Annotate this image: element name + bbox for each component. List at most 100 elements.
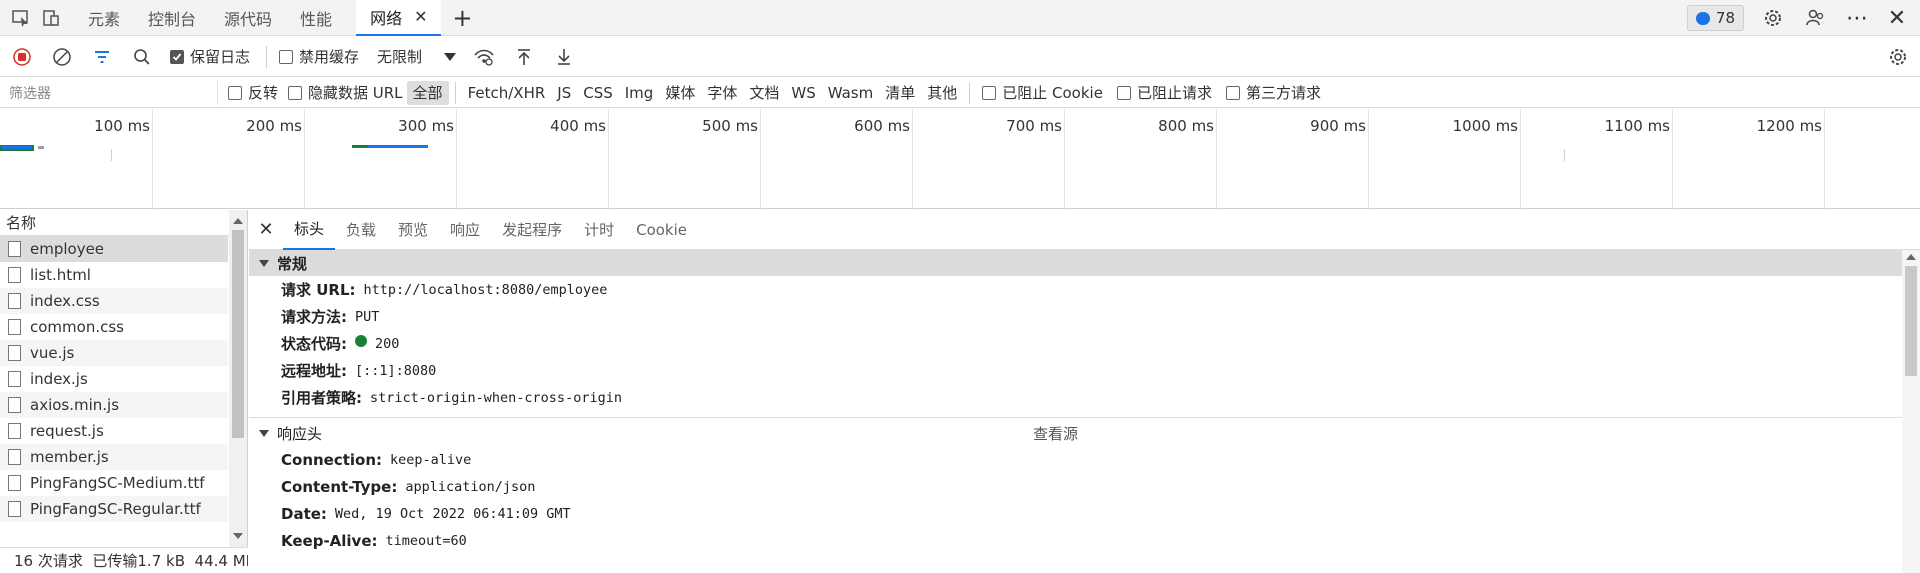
filter-type-fetch-xhr[interactable]: Fetch/XHR <box>462 81 552 105</box>
filter-input[interactable]: 筛选器 <box>4 80 218 105</box>
add-tab-icon[interactable]: + <box>447 3 477 33</box>
filter-type-all[interactable]: 全部 <box>406 80 449 105</box>
filter-type-font[interactable]: 字体 <box>701 81 743 105</box>
tab-elements[interactable]: 元素 <box>74 0 134 36</box>
topbar-right: 78 ⋯ ✕ <box>1686 0 1920 36</box>
preserve-log-checkbox[interactable]: 保留日志 <box>170 46 250 67</box>
section-divider <box>249 417 1902 418</box>
tab-label: 发起程序 <box>502 221 563 239</box>
network-conditions-icon[interactable] <box>464 37 504 77</box>
checkbox-icon <box>982 85 997 100</box>
request-row[interactable]: index.js <box>0 366 228 392</box>
scroll-thumb[interactable] <box>1905 266 1917 376</box>
response-header: Connection: keep-alive <box>249 446 1902 473</box>
timeline-label: 700 ms <box>1006 117 1062 135</box>
gear-icon[interactable] <box>1758 3 1788 33</box>
filter-type-manifest[interactable]: 清单 <box>879 81 921 105</box>
request-row[interactable]: index.css <box>0 288 228 314</box>
filter-type-media[interactable]: 媒体 <box>659 81 701 105</box>
filter-type-img[interactable]: Img <box>619 81 660 105</box>
timeline-label: 600 ms <box>854 117 910 135</box>
general-request-method: 请求方法: PUT <box>249 303 1902 330</box>
tab-preview[interactable]: 预览 <box>387 210 439 250</box>
throttle-select[interactable]: 无限制 <box>369 42 464 72</box>
request-name: PingFangSC-Medium.ttf <box>30 474 205 492</box>
scroll-up-icon[interactable] <box>1906 254 1916 260</box>
request-row[interactable]: employee <box>0 236 228 262</box>
invert-checkbox[interactable]: 反转 <box>228 82 278 103</box>
filter-type-other[interactable]: 其他 <box>921 81 963 105</box>
request-row[interactable]: axios.min.js <box>0 392 228 418</box>
third-party-checkbox[interactable]: 第三方请求 <box>1225 82 1321 103</box>
tab-console[interactable]: 控制台 <box>134 0 210 36</box>
close-devtools-icon[interactable]: ✕ <box>1882 3 1912 33</box>
request-row[interactable]: PingFangSC-Regular.ttf <box>0 496 228 522</box>
header-key: Connection: <box>281 450 383 469</box>
name-column-header[interactable]: 名称 <box>0 210 247 236</box>
record-stop-icon[interactable] <box>2 37 42 77</box>
tab-label: 计时 <box>584 221 615 239</box>
request-name: member.js <box>30 448 109 466</box>
search-icon[interactable] <box>122 37 162 77</box>
clear-icon[interactable] <box>42 37 82 77</box>
network-settings-gear-icon[interactable] <box>1878 37 1918 77</box>
general-section-header[interactable]: 常规 <box>249 250 1902 276</box>
filter-type-wasm[interactable]: Wasm <box>822 81 880 105</box>
grid-line <box>1520 109 1521 209</box>
disable-cache-checkbox[interactable]: 禁用缓存 <box>279 46 359 67</box>
timeline-label: 1100 ms <box>1604 117 1670 135</box>
header-key: 请求方法: <box>281 308 347 326</box>
blocked-cookies-checkbox[interactable]: 已阻止 Cookie <box>982 82 1103 103</box>
close-icon[interactable]: ✕ <box>249 219 283 240</box>
request-row[interactable]: request.js <box>0 418 228 444</box>
request-row[interactable]: member.js <box>0 444 228 470</box>
tab-performance[interactable]: 性能 <box>286 0 346 36</box>
request-row[interactable]: vue.js <box>0 340 228 366</box>
detail-tabs: ✕ 标头 负载 预览 响应 发起程序 计时 Cookie <box>249 210 1920 250</box>
tab-headers[interactable]: 标头 <box>283 210 336 250</box>
tab-sources[interactable]: 源代码 <box>210 0 286 36</box>
detail-scrollbar[interactable] <box>1902 250 1920 573</box>
close-tab-icon[interactable]: ✕ <box>414 7 427 26</box>
import-har-icon[interactable] <box>504 37 544 77</box>
filter-type-ws[interactable]: WS <box>785 81 821 105</box>
filter-type-css[interactable]: CSS <box>577 81 619 105</box>
more-icon[interactable]: ⋯ <box>1842 3 1872 33</box>
device-toolbar-icon[interactable] <box>36 3 66 33</box>
tab-label: 响应 <box>450 221 481 239</box>
inspect-element-icon[interactable] <box>6 3 36 33</box>
tab-timing[interactable]: 计时 <box>573 210 625 250</box>
filter-icon[interactable] <box>82 37 122 77</box>
response-headers-section-header[interactable]: 响应头 查看源 <box>249 420 1902 446</box>
tab-initiator[interactable]: 发起程序 <box>491 210 573 250</box>
disable-cache-label: 禁用缓存 <box>299 48 360 66</box>
tab-response[interactable]: 响应 <box>439 210 491 250</box>
users-icon[interactable] <box>1800 3 1830 33</box>
timeline-label: 300 ms <box>398 117 454 135</box>
tab-payload[interactable]: 负载 <box>335 210 387 250</box>
filter-type-js[interactable]: JS <box>551 81 577 105</box>
export-har-icon[interactable] <box>544 37 584 77</box>
filter-type-doc[interactable]: 文档 <box>743 81 785 105</box>
grid-line <box>608 109 609 209</box>
timeline-overview[interactable]: 100 ms 200 ms 300 ms 400 ms 500 ms 600 m… <box>0 109 1920 209</box>
issues-badge[interactable]: 78 <box>1686 5 1744 31</box>
tab-cookies[interactable]: Cookie <box>625 210 698 250</box>
scroll-up-icon[interactable] <box>233 218 243 224</box>
view-source-link[interactable]: 查看源 <box>1033 423 1078 444</box>
hide-data-urls-checkbox[interactable]: 隐藏数据 URL <box>288 82 403 103</box>
grid-line <box>1368 109 1369 209</box>
scroll-thumb[interactable] <box>232 230 244 438</box>
scroll-down-icon[interactable] <box>233 533 243 539</box>
tab-label: 源代码 <box>224 9 273 29</box>
request-list-scrollbar[interactable] <box>229 210 247 547</box>
blocked-requests-checkbox[interactable]: 已阻止请求 <box>1116 82 1212 103</box>
request-row[interactable]: common.css <box>0 314 228 340</box>
tab-network[interactable]: 网络 ✕ <box>356 0 442 36</box>
blocked-requests-label: 已阻止请求 <box>1136 84 1212 102</box>
status-summary: 16 次请求 已传输1.7 kB 44.4 MB 条 <box>14 552 248 570</box>
request-row[interactable]: PingFangSC-Medium.ttf <box>0 470 228 496</box>
file-icon <box>8 345 21 361</box>
timeline-bar <box>2 146 32 149</box>
request-row[interactable]: list.html <box>0 262 228 288</box>
